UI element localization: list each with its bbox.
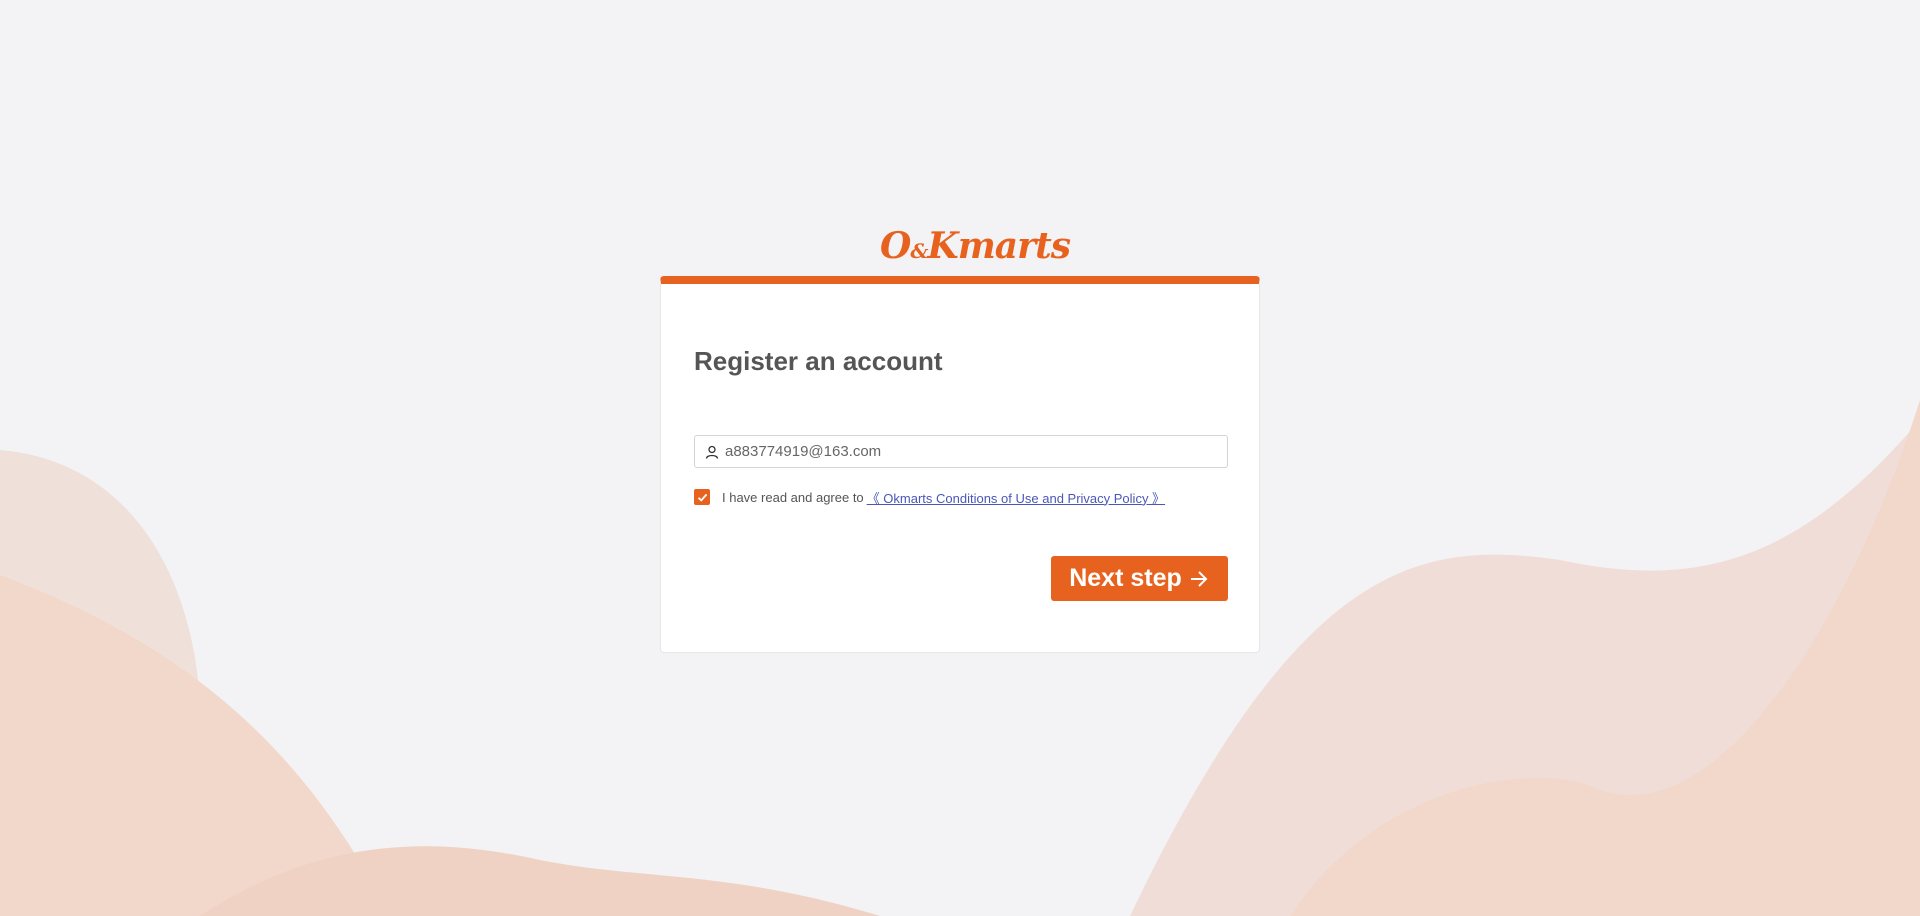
user-icon <box>705 445 719 459</box>
okmarts-logo: O&Kmarts <box>880 225 1071 267</box>
next-step-label: Next step <box>1069 564 1182 592</box>
logo-ampersand: & <box>910 239 928 263</box>
checkmark-icon <box>697 493 707 502</box>
email-input[interactable] <box>725 437 1227 466</box>
arrow-right-icon <box>1190 570 1208 587</box>
logo-suffix: marts <box>957 225 1071 267</box>
agreement-row: I have read and agree to 《 Okmarts Condi… <box>694 487 1165 507</box>
logo-letter-k: K <box>927 225 958 267</box>
logo-letter-o: O <box>880 225 911 267</box>
email-field[interactable] <box>694 435 1228 468</box>
agree-label: I have read and agree to <box>722 489 864 505</box>
register-card: Register an account I have read and agre… <box>660 276 1260 653</box>
next-step-button[interactable]: Next step <box>1051 556 1228 601</box>
page-title: Register an account <box>694 346 943 376</box>
agree-checkbox[interactable] <box>694 489 710 505</box>
policy-link[interactable]: 《 Okmarts Conditions of Use and Privacy … <box>867 488 1165 507</box>
